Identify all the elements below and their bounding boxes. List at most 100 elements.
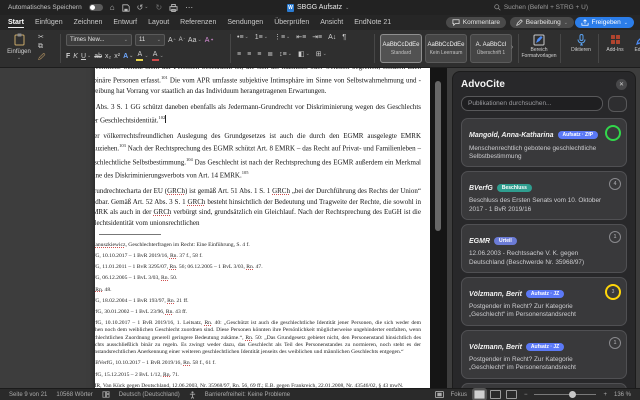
subscript-button[interactable]: x₂ bbox=[105, 53, 111, 60]
style-gallery-more-icon[interactable]: › bbox=[511, 44, 513, 51]
ribbon-tab[interactable]: Ansicht bbox=[320, 17, 343, 28]
style-card[interactable]: A. AaBbCcI Überschrift 1 bbox=[470, 34, 512, 63]
language-indicator[interactable]: Deutsch (Deutschland) bbox=[119, 392, 180, 398]
cut-icon[interactable]: ✂ bbox=[38, 33, 45, 41]
underline-button[interactable]: U ⌄ bbox=[81, 53, 91, 60]
addins-button[interactable]: Add-Ins bbox=[600, 33, 630, 53]
outline-view-icon[interactable] bbox=[505, 390, 517, 399]
search-icon bbox=[494, 4, 501, 11]
ribbon-tab[interactable]: Start bbox=[8, 17, 24, 28]
justify-button[interactable]: ≣ bbox=[267, 51, 273, 58]
titlebar: Automatisches Speichern ⌂ ↺ ⌄ ↻ ⋯ W SBGG … bbox=[0, 0, 640, 15]
publication-search-input[interactable] bbox=[461, 96, 603, 111]
comments-button[interactable]: Kommentare bbox=[445, 17, 506, 28]
bullet-list-button[interactable]: •≡ ⌄ bbox=[237, 34, 249, 41]
clear-formatting-button[interactable]: A ✦ bbox=[205, 37, 214, 44]
font-color-button[interactable]: A ⌄ bbox=[151, 51, 164, 61]
italic-button[interactable]: K bbox=[73, 53, 78, 60]
ribbon-tab[interactable]: EndNote 21 bbox=[354, 17, 391, 28]
sort-button[interactable]: A↓ bbox=[328, 34, 336, 41]
more-commands-icon[interactable]: ⋯ bbox=[185, 3, 193, 12]
footnote: 102Vgl. BVerfG, 10.10.2017 – 1 BvR 2019/… bbox=[95, 360, 216, 367]
change-case-button[interactable]: Aa ⌄ bbox=[188, 37, 202, 44]
document-title[interactable]: W SBGG Aufsatz ⌄ bbox=[287, 0, 349, 15]
ribbon-tab[interactable]: Referenzen bbox=[180, 17, 216, 28]
footnote: 100BVerfG, 30.01.2002 – 1 BvL 23/96, Rn.… bbox=[95, 308, 188, 315]
decrease-indent-icon[interactable]: ⇤≡ bbox=[296, 34, 306, 41]
save-icon[interactable] bbox=[121, 3, 130, 12]
grow-font-button[interactable]: A ^ bbox=[168, 37, 176, 44]
styles-pane-button[interactable]: Bereich Formatvorlagen bbox=[521, 33, 557, 60]
autosave-toggle[interactable] bbox=[88, 4, 103, 11]
font-size-select[interactable]: 11 ⌄ bbox=[135, 34, 165, 46]
line-spacing-button[interactable]: ↕≡ ⌄ bbox=[279, 51, 292, 58]
home-icon[interactable]: ⌂ bbox=[110, 3, 115, 12]
editing-mode-button[interactable]: Bearbeitung ⌄ bbox=[509, 17, 574, 28]
page-indicator[interactable]: Seite 9 von 21 bbox=[9, 392, 47, 398]
publication-card[interactable]: Völzmann, Berit Aufsatz · JZ Postgender i… bbox=[461, 329, 627, 379]
align-right-button[interactable]: ≡ bbox=[257, 51, 261, 58]
publication-card[interactable]: Völzmann, Berit Aufsatz · JZ Postgender i… bbox=[461, 276, 627, 326]
print-layout-view-icon[interactable] bbox=[471, 388, 487, 400]
share-button[interactable]: Freigeben ⌄ bbox=[574, 17, 634, 28]
footnote: 101BVerfG, 10.10.2017 – 1 BvR 2019/16, 1… bbox=[95, 319, 422, 356]
publication-card[interactable]: EGMR Urteil 12.06.2003 - Rechtssache V. K… bbox=[461, 223, 627, 273]
zoom-out-button[interactable]: − bbox=[524, 392, 528, 398]
redo-icon[interactable]: ↻ bbox=[155, 3, 162, 12]
focus-label[interactable]: Fokus bbox=[451, 392, 467, 398]
zoom-in-button[interactable]: + bbox=[603, 392, 607, 398]
editor-button[interactable]: Editor bbox=[628, 33, 640, 53]
search-filter-button[interactable] bbox=[608, 96, 627, 112]
undo-icon[interactable]: ↺ ⌄ bbox=[137, 3, 149, 12]
zoom-slider-thumb[interactable] bbox=[568, 391, 576, 398]
highlight-color-button[interactable]: A ⌄ bbox=[136, 51, 149, 61]
dictate-button[interactable]: Diktieren bbox=[563, 33, 599, 53]
style-card[interactable]: AaBbCcDdEe Kein Leerraum bbox=[425, 34, 467, 63]
align-center-button[interactable]: ≡ bbox=[247, 51, 251, 58]
copy-icon[interactable]: ⧉ bbox=[38, 43, 45, 51]
borders-button[interactable]: ⊞ ⌄ bbox=[316, 51, 327, 58]
zoom-level[interactable]: 136 % bbox=[614, 392, 631, 398]
bold-button[interactable]: F bbox=[66, 53, 70, 60]
multilevel-list-button[interactable]: ⋮≡ ⌄ bbox=[274, 34, 290, 41]
ribbon-tab[interactable]: Sendungen bbox=[227, 17, 263, 28]
word-count[interactable]: 10568 Wörter bbox=[56, 392, 92, 398]
ribbon-tab[interactable]: Einfügen bbox=[35, 17, 63, 28]
align-left-button[interactable]: ≡ bbox=[237, 51, 241, 58]
strikethrough-button[interactable]: ab bbox=[94, 53, 102, 60]
style-card[interactable]: AaBbCcDdEe Standard bbox=[380, 34, 422, 63]
format-painter-icon[interactable]: 🖉 bbox=[38, 53, 45, 64]
pilcrow-button[interactable]: ¶ bbox=[342, 34, 346, 41]
focus-icon[interactable] bbox=[434, 391, 444, 398]
document-page[interactable]: grundrechtliche Schutz nicht auf Persone… bbox=[95, 67, 430, 389]
publication-author: EGMR bbox=[469, 237, 490, 245]
font-name-select[interactable]: Times New... ⌄ bbox=[66, 34, 132, 46]
proofing-icon[interactable] bbox=[102, 391, 110, 398]
shading-button[interactable]: ◧ ⌄ bbox=[298, 51, 310, 58]
text-effects-button[interactable]: A ⌄ bbox=[123, 53, 133, 60]
titlebar-search[interactable]: Suchen (Befehl + STRG + U) bbox=[494, 0, 588, 15]
document-scrollbar[interactable] bbox=[430, 67, 447, 389]
zoom-slider[interactable] bbox=[534, 391, 597, 398]
accessibility-icon[interactable] bbox=[189, 390, 196, 399]
ribbon-tab[interactable]: Überprüfen bbox=[274, 17, 309, 28]
superscript-button[interactable]: x² bbox=[114, 53, 120, 60]
shrink-font-button[interactable]: Aˇ bbox=[179, 37, 185, 43]
increase-indent-icon[interactable]: ⇥≡ bbox=[312, 34, 322, 41]
close-icon[interactable]: ✕ bbox=[616, 79, 627, 90]
advocite-panel: AdvoCite ✕ Mangold, Anna-KatharinaAufsat… bbox=[452, 71, 636, 389]
ribbon-tab[interactable]: Layout bbox=[148, 17, 169, 28]
publication-card[interactable]: BVerfG Beschluss Beschluss des Ersten Sen… bbox=[461, 170, 627, 220]
web-layout-view-icon[interactable] bbox=[489, 390, 501, 399]
accessibility-status[interactable]: Barrierefreiheit: Keine Probleme bbox=[205, 392, 290, 398]
ribbon-tab[interactable]: Zeichnen bbox=[74, 17, 103, 28]
print-icon[interactable] bbox=[169, 3, 178, 12]
style-gallery: AaBbCcDdEe Standard AaBbCcDdEe Kein Leer… bbox=[380, 34, 512, 63]
paste-button[interactable]: Einfügen ⌄ bbox=[6, 33, 32, 61]
chevron-down-icon: ⌄ bbox=[623, 19, 628, 26]
scrollbar-thumb[interactable] bbox=[435, 81, 441, 231]
ribbon-tab[interactable]: Entwurf bbox=[113, 17, 137, 28]
autosave-label: Automatisches Speichern bbox=[8, 4, 82, 11]
numbered-list-button[interactable]: 1≡ ⌄ bbox=[255, 34, 268, 41]
publication-card[interactable]: Mangold, Anna-Katharina Aufsatz · ZfP Men… bbox=[461, 118, 627, 167]
